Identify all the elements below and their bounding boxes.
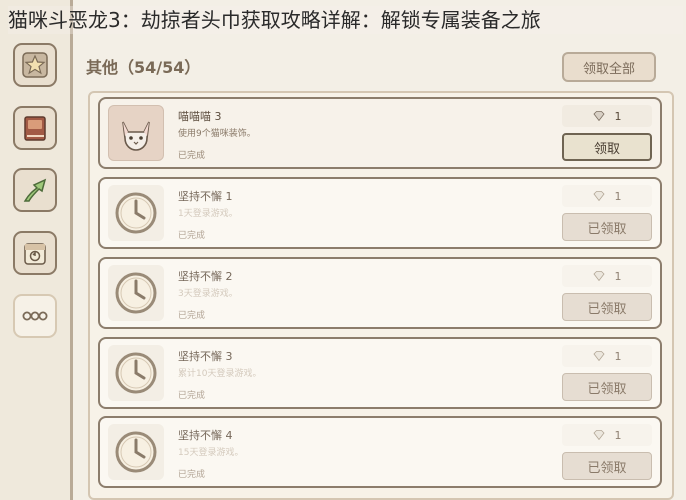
diamond-icon	[592, 430, 605, 440]
achievement-status: 已完成	[178, 311, 206, 321]
arrow-up-icon	[23, 178, 47, 202]
achievement-status: 已完成	[178, 231, 206, 241]
diamond-icon	[592, 351, 605, 361]
reward-amount: 1	[614, 109, 622, 123]
book-icon	[24, 116, 46, 141]
reward-box: 1	[562, 265, 652, 287]
claimed-button[interactable]: 已领取	[562, 213, 652, 241]
achievement-status: 已完成	[178, 470, 206, 480]
achievement-card: 坚持不懈 2 3天登录游戏。 已完成 1 已领取	[98, 257, 662, 329]
diamond-icon	[592, 271, 605, 281]
diamond-icon	[592, 191, 605, 201]
claimed-button[interactable]: 已领取	[562, 373, 652, 401]
reward-amount: 1	[614, 269, 622, 283]
clock-icon	[115, 192, 157, 234]
achievement-title: 坚持不懈 3	[178, 350, 233, 363]
clock-icon	[115, 431, 157, 473]
achievement-title: 坚持不懈 2	[178, 270, 233, 283]
diamond-icon	[592, 111, 605, 121]
more-icon	[22, 311, 48, 321]
sidebar	[0, 0, 73, 500]
achievement-description: 使用9个猫咪装饰。	[178, 129, 256, 139]
star-icon	[22, 52, 48, 78]
section-title: 其他（54/54）	[86, 58, 201, 77]
reward-amount: 1	[614, 428, 622, 442]
achievement-description: 累计10天登录游戏。	[178, 369, 262, 379]
achievement-status: 已完成	[178, 391, 206, 401]
achievement-title: 喵喵喵 3	[178, 110, 222, 123]
claim-all-button[interactable]: 领取全部	[562, 52, 656, 82]
clock-icon	[115, 272, 157, 314]
sidebar-item-progress[interactable]	[13, 168, 57, 212]
reward-box: 1	[562, 105, 652, 127]
achievement-thumbnail	[108, 345, 164, 401]
achievement-description: 15天登录游戏。	[178, 448, 244, 458]
article-title-overlay: 猫咪斗恶龙3：劫掠者头巾获取攻略详解：解锁专属装备之旅	[8, 6, 683, 34]
clock-icon	[115, 352, 157, 394]
achievement-thumbnail	[108, 424, 164, 480]
achievement-status: 已完成	[178, 151, 206, 161]
claim-button[interactable]: 领取	[562, 133, 652, 161]
claimed-button[interactable]: 已领取	[562, 293, 652, 321]
achievement-title: 坚持不懈 4	[178, 429, 233, 442]
achievement-description: 1天登录游戏。	[178, 209, 238, 219]
achievement-thumbnail	[108, 185, 164, 241]
reward-amount: 1	[614, 349, 622, 363]
reward-box: 1	[562, 185, 652, 207]
calendar-icon	[24, 243, 46, 265]
achievement-card: 坚持不懈 4 15天登录游戏。 已完成 1 已领取	[98, 416, 662, 488]
reward-box: 1	[562, 345, 652, 367]
achievement-card: 喵喵喵 3 使用9个猫咪装饰。 已完成 1 领取	[98, 97, 662, 169]
sidebar-item-calendar[interactable]	[13, 231, 57, 275]
achievement-card: 坚持不懈 3 累计10天登录游戏。 已完成 1 已领取	[98, 337, 662, 409]
reward-amount: 1	[614, 189, 622, 203]
claimed-button[interactable]: 已领取	[562, 452, 652, 480]
sidebar-item-more[interactable]	[13, 294, 57, 338]
achievement-thumbnail	[108, 265, 164, 321]
reward-box: 1	[562, 424, 652, 446]
achievement-description: 3天登录游戏。	[178, 289, 238, 299]
cat-icon	[122, 121, 150, 151]
achievement-card: 坚持不懈 1 1天登录游戏。 已完成 1 已领取	[98, 177, 662, 249]
achievement-thumbnail	[108, 105, 164, 161]
sidebar-item-book[interactable]	[13, 106, 57, 150]
achievement-title: 坚持不懈 1	[178, 190, 233, 203]
sidebar-item-star[interactable]	[13, 43, 57, 87]
